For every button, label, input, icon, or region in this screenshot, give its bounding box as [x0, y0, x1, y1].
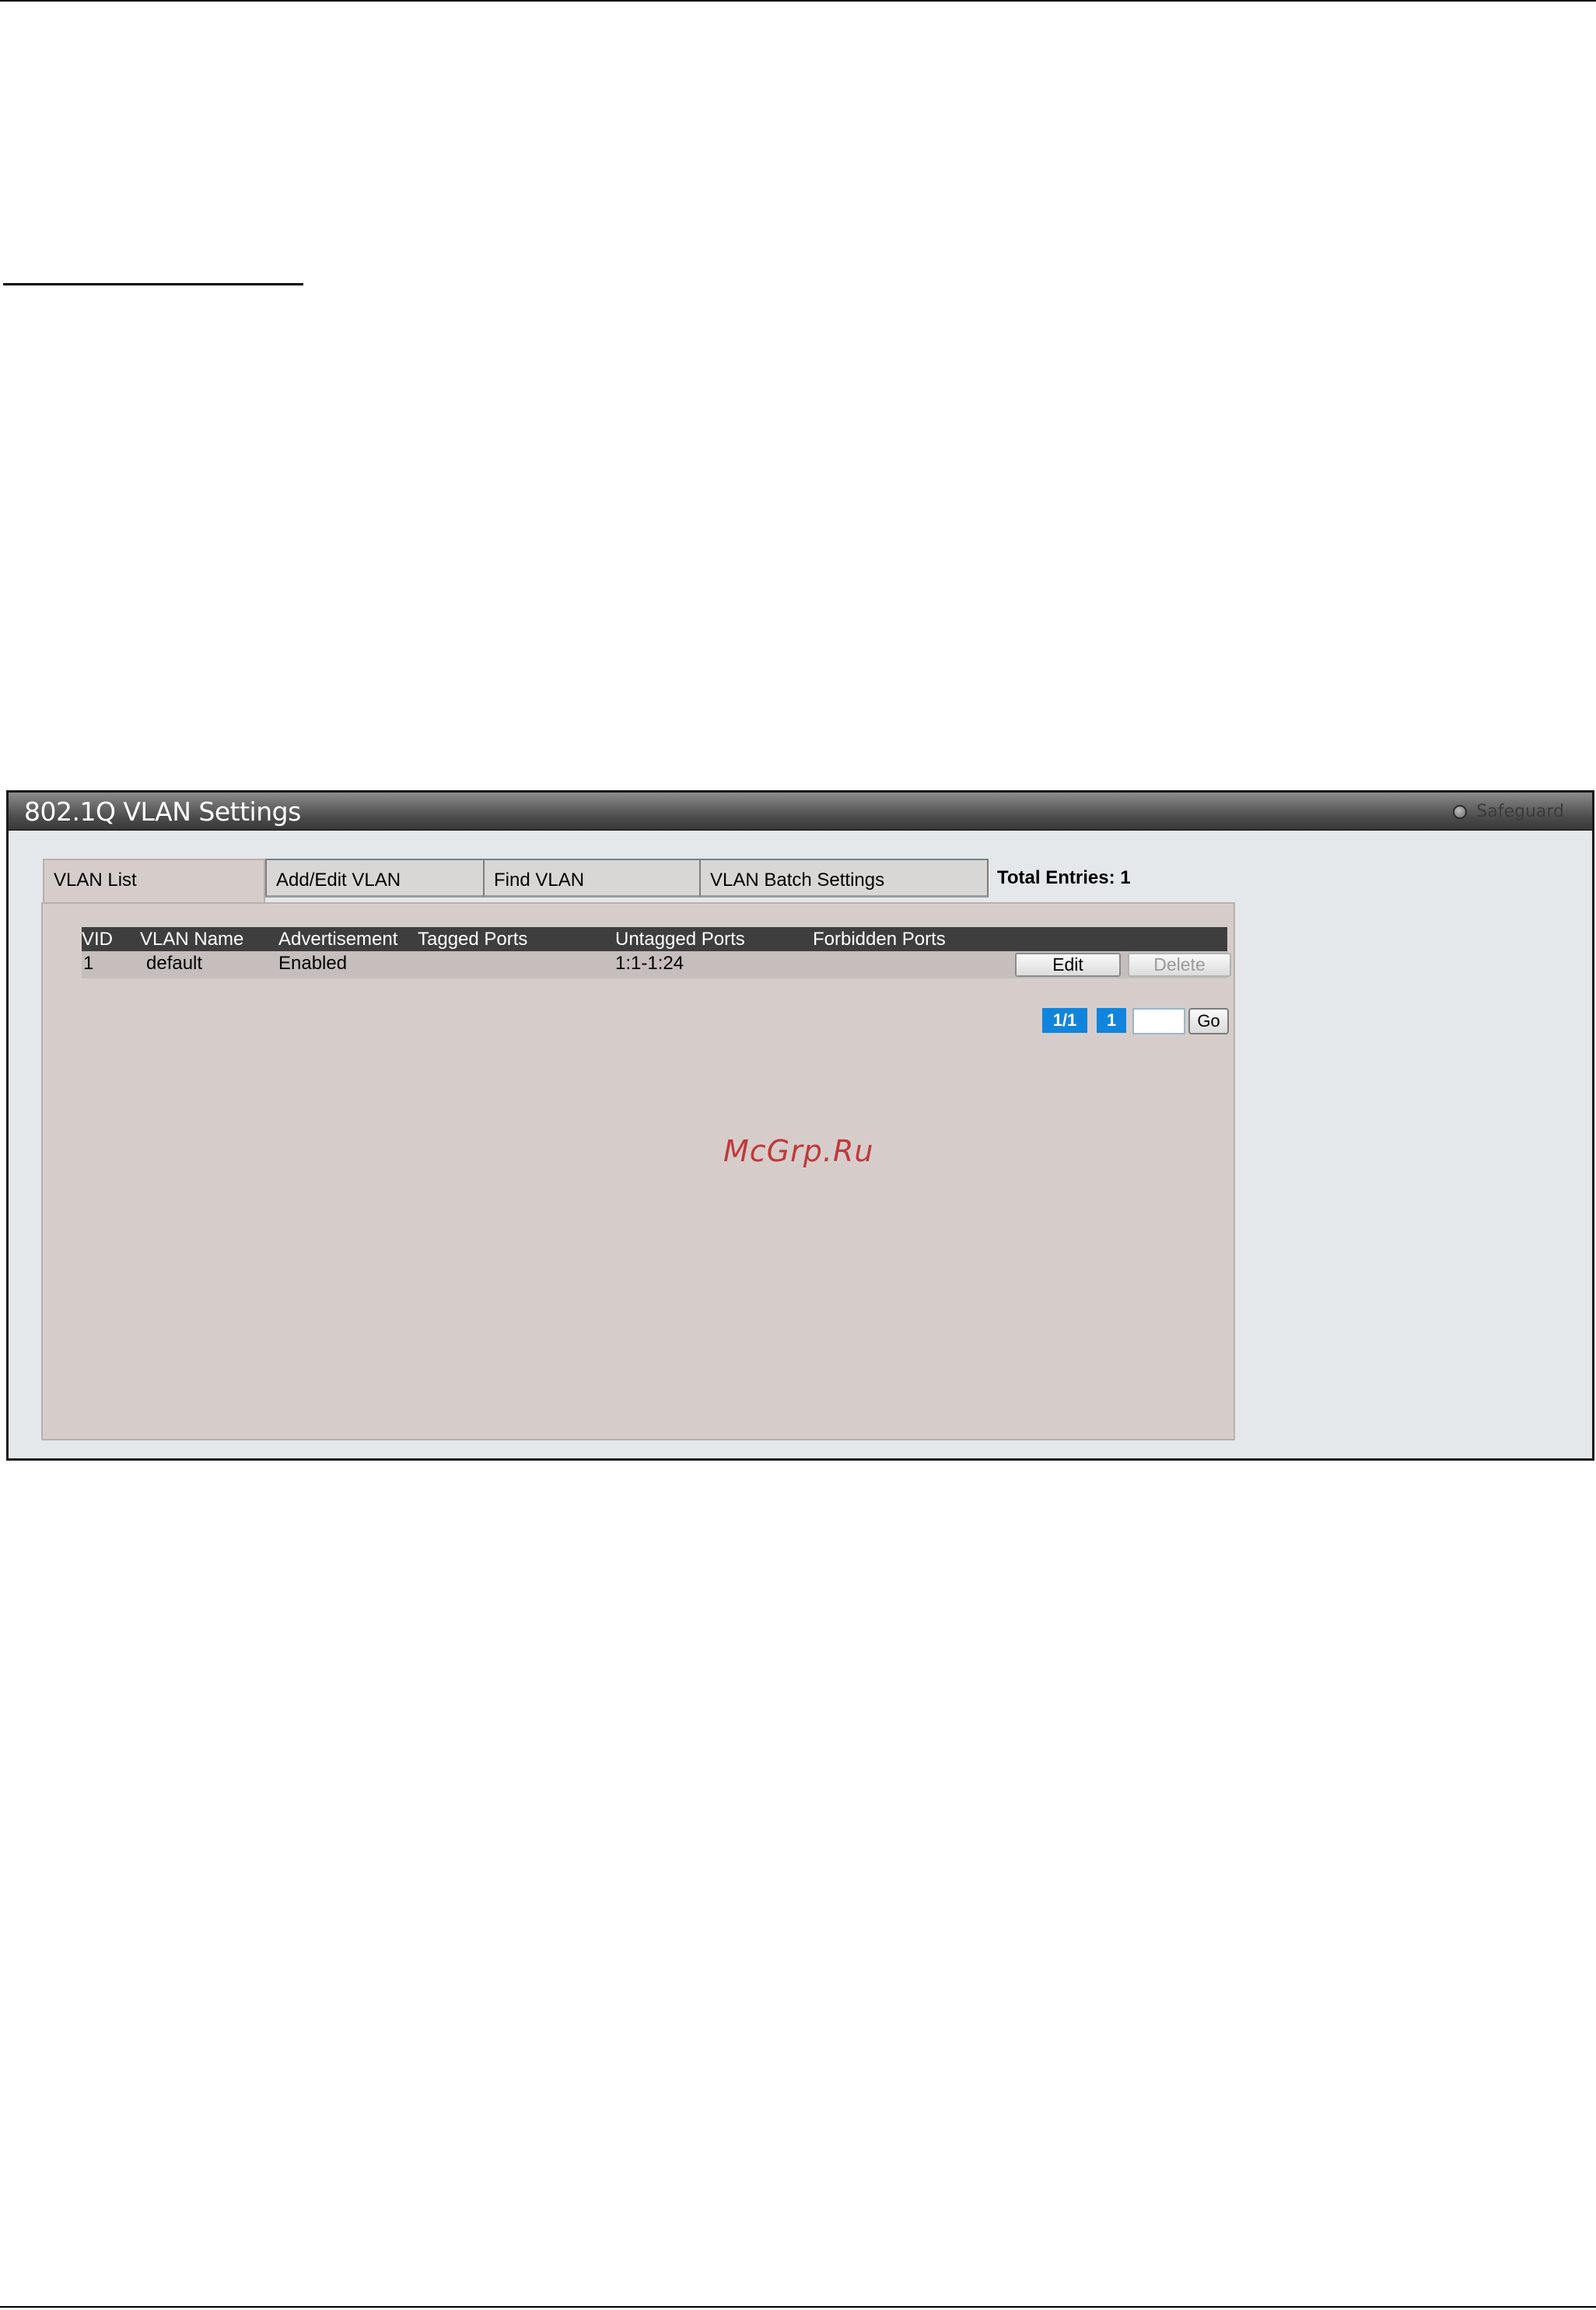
window-title: 802.1Q VLAN Settings	[24, 796, 301, 827]
safeguard-label: Safeguard	[1476, 802, 1564, 821]
watermark: McGrp.Ru	[723, 1134, 874, 1168]
edit-button[interactable]: Edit	[1015, 953, 1121, 977]
goto-page-input[interactable]	[1132, 1008, 1185, 1034]
cell-untagged-ports: 1:1-1:24	[615, 953, 684, 974]
column-header-vid: VID	[82, 929, 114, 950]
section-rule	[3, 283, 303, 285]
total-entries: Total Entries: 1	[997, 867, 1131, 888]
safeguard-toggle[interactable]: Safeguard	[1453, 802, 1564, 821]
column-header-tagged-ports: Tagged Ports	[418, 929, 528, 950]
tab-find-vlan[interactable]: Find VLAN	[483, 859, 701, 898]
page-bottom-rule	[0, 2306, 1596, 2308]
column-header-forbidden-ports: Forbidden Ports	[813, 929, 946, 950]
go-button[interactable]: Go	[1188, 1008, 1229, 1034]
page-top-rule	[0, 0, 1596, 2]
window-titlebar: 802.1Q VLAN Settings Safeguard	[9, 793, 1592, 831]
cell-vid: 1	[83, 953, 94, 974]
vlan-settings-window: 802.1Q VLAN Settings Safeguard VLAN List…	[6, 790, 1594, 1461]
table-header: VID VLAN Name Advertisement Tagged Ports…	[82, 927, 1227, 951]
vlan-list-panel: VID VLAN Name Advertisement Tagged Ports…	[41, 902, 1235, 1440]
column-header-advertisement: Advertisement	[278, 929, 398, 950]
cell-advertisement: Enabled	[278, 953, 348, 974]
cell-vlan-name: default	[146, 953, 203, 974]
delete-button[interactable]: Delete	[1128, 953, 1231, 977]
column-header-vlan-name: VLAN Name	[140, 929, 244, 950]
safeguard-status-icon	[1453, 804, 1468, 819]
page-count-badge: 1/1	[1042, 1008, 1087, 1033]
tab-vlan-batch-settings[interactable]: VLAN Batch Settings	[699, 859, 989, 898]
column-header-untagged-ports: Untagged Ports	[615, 929, 745, 950]
tab-add-edit-vlan[interactable]: Add/Edit VLAN	[265, 859, 485, 898]
page-link-1[interactable]: 1	[1097, 1008, 1126, 1033]
tab-vlan-list[interactable]: VLAN List	[43, 859, 265, 902]
table-row: 1 default Enabled 1:1-1:24 Edit Delete	[82, 951, 1231, 978]
